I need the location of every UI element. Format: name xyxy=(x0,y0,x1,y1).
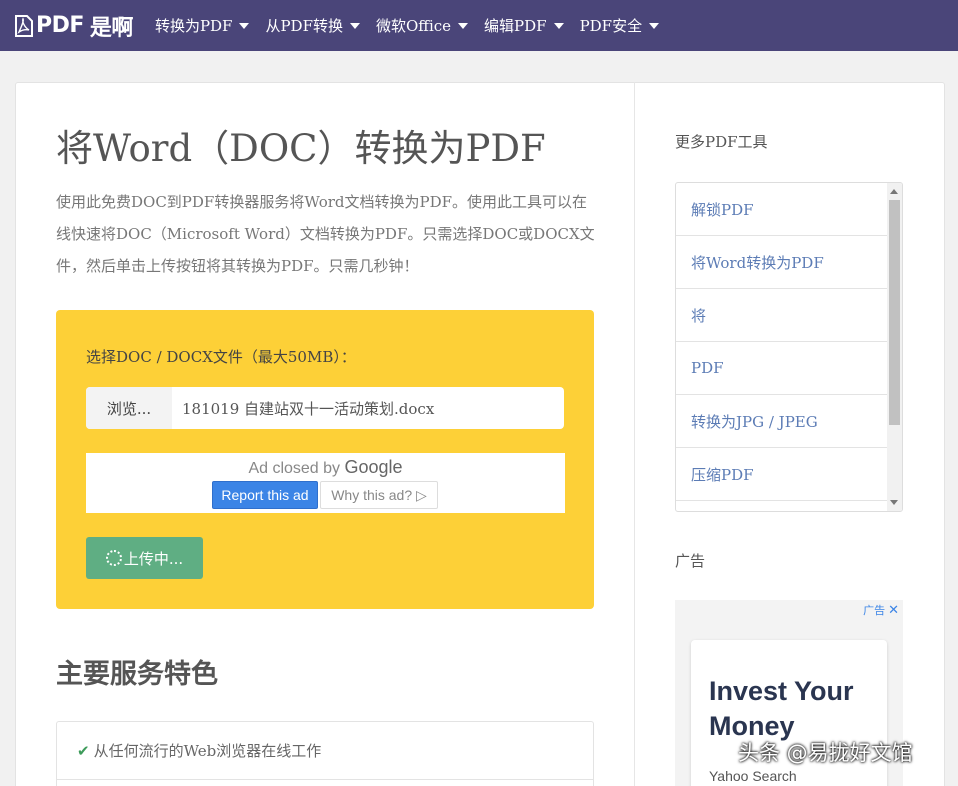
scroll-down-icon[interactable] xyxy=(890,500,898,505)
scroll-up-icon[interactable] xyxy=(890,189,898,194)
why-this-ad-button[interactable]: Why this ad? ▷ xyxy=(320,481,438,509)
nav-label: PDF安全 xyxy=(579,17,643,35)
ad-headline: Invest Your Money xyxy=(709,676,854,741)
nav-item-pdf-security[interactable]: PDF安全 xyxy=(580,15,660,36)
ad-section-title: 广告 xyxy=(675,552,706,570)
report-ad-button[interactable]: Report this ad xyxy=(212,481,318,509)
tool-link-word-to-pdf[interactable]: 将Word转换为PDF xyxy=(676,236,887,289)
ad-closed-label: Ad closed by xyxy=(248,460,341,477)
caret-down-icon xyxy=(239,22,250,29)
pdf-file-icon xyxy=(15,14,33,37)
upload-button-label: 上传中... xyxy=(123,549,184,568)
feature-list: ✔ 从任何流行的Web浏览器在线工作 xyxy=(56,721,594,786)
tool-link-to-jpg[interactable]: 转换为JPG / JPEG xyxy=(676,395,887,448)
check-icon: ✔ xyxy=(77,741,90,760)
upload-panel: 选择DOC / DOCX文件（最大50MB）： 浏览... 181019 自建站… xyxy=(56,310,594,609)
nav-label: 转换为PDF xyxy=(154,17,233,35)
nav-label: 编辑PDF xyxy=(484,17,547,35)
tool-link-4[interactable]: PDF xyxy=(676,342,887,395)
upload-label: 选择DOC / DOCX文件（最大50MB）： xyxy=(86,348,356,366)
ad-source: Yahoo Search xyxy=(709,768,797,784)
nav-item-to-pdf[interactable]: 转换为PDF xyxy=(155,15,250,36)
tool-link-unlock-pdf[interactable]: 解锁PDF xyxy=(676,183,887,236)
nav-item-office[interactable]: 微软Office xyxy=(376,15,469,36)
caret-down-icon xyxy=(458,22,469,29)
feature-label: 从任何流行的Web浏览器在线工作 xyxy=(93,742,322,760)
selected-file-name[interactable]: 181019 自建站双十一活动策划.docx xyxy=(172,387,564,429)
scroll-thumb[interactable] xyxy=(889,200,900,425)
page-description: 使用此免费DOC到PDF转换器服务将Word文档转换为PDF。使用此工具可以在线… xyxy=(56,193,595,275)
brand-name: PDF xyxy=(36,13,84,38)
close-icon[interactable]: ✕ xyxy=(888,603,899,618)
tool-link-compress-pdf[interactable]: 压缩PDF xyxy=(676,448,887,501)
caret-down-icon xyxy=(350,22,360,29)
browse-button[interactable]: 浏览... xyxy=(86,387,172,429)
nav-label: 从PDF转换 xyxy=(265,17,343,35)
brand-suffix: 是啊 xyxy=(89,15,134,41)
nav-item-from-pdf[interactable]: 从PDF转换 xyxy=(265,15,360,36)
list-item: ✔ 从任何流行的Web浏览器在线工作 xyxy=(57,722,593,780)
more-tools-title: 更多PDF工具 xyxy=(675,133,768,151)
ad-closed-text: Ad closed by Google xyxy=(86,457,565,478)
tool-list-scrollbar[interactable] xyxy=(887,183,902,511)
spinner-icon xyxy=(105,550,122,566)
closed-ad-notice: Ad closed by Google Report this ad Why t… xyxy=(86,453,565,513)
google-label: Google xyxy=(344,457,403,477)
tool-link-3[interactable]: 将 xyxy=(676,289,887,342)
nav-item-edit-pdf[interactable]: 编辑PDF xyxy=(484,15,564,36)
watermark: 头条 @易拢好文馆 xyxy=(738,741,913,765)
main-nav: 转换为PDF 从PDF转换 微软Office 编辑PDF PDF安全 xyxy=(155,15,675,36)
file-input[interactable]: 浏览... 181019 自建站双十一活动策划.docx xyxy=(86,387,564,429)
features-title: 主要服务特色 xyxy=(56,659,218,690)
page-title: 将Word（DOC）转换为PDF xyxy=(56,127,546,170)
tool-list: 解锁PDF 将Word转换为PDF 将 PDF 转换为JPG / JPEG 压缩… xyxy=(675,182,903,512)
column-divider xyxy=(634,82,635,786)
top-navbar: PDF 是啊 转换为PDF 从PDF转换 微软Office 编辑PDF PDF安… xyxy=(0,0,958,51)
caret-down-icon xyxy=(649,22,660,29)
upload-button[interactable]: 上传中... xyxy=(86,537,203,579)
ad-badge-label: 广告 xyxy=(863,604,886,617)
ad-badge[interactable]: 广告 ✕ xyxy=(863,602,899,618)
nav-label: 微软Office xyxy=(376,17,452,35)
caret-down-icon xyxy=(553,22,564,29)
brand-logo[interactable]: PDF 是啊 xyxy=(14,10,133,42)
